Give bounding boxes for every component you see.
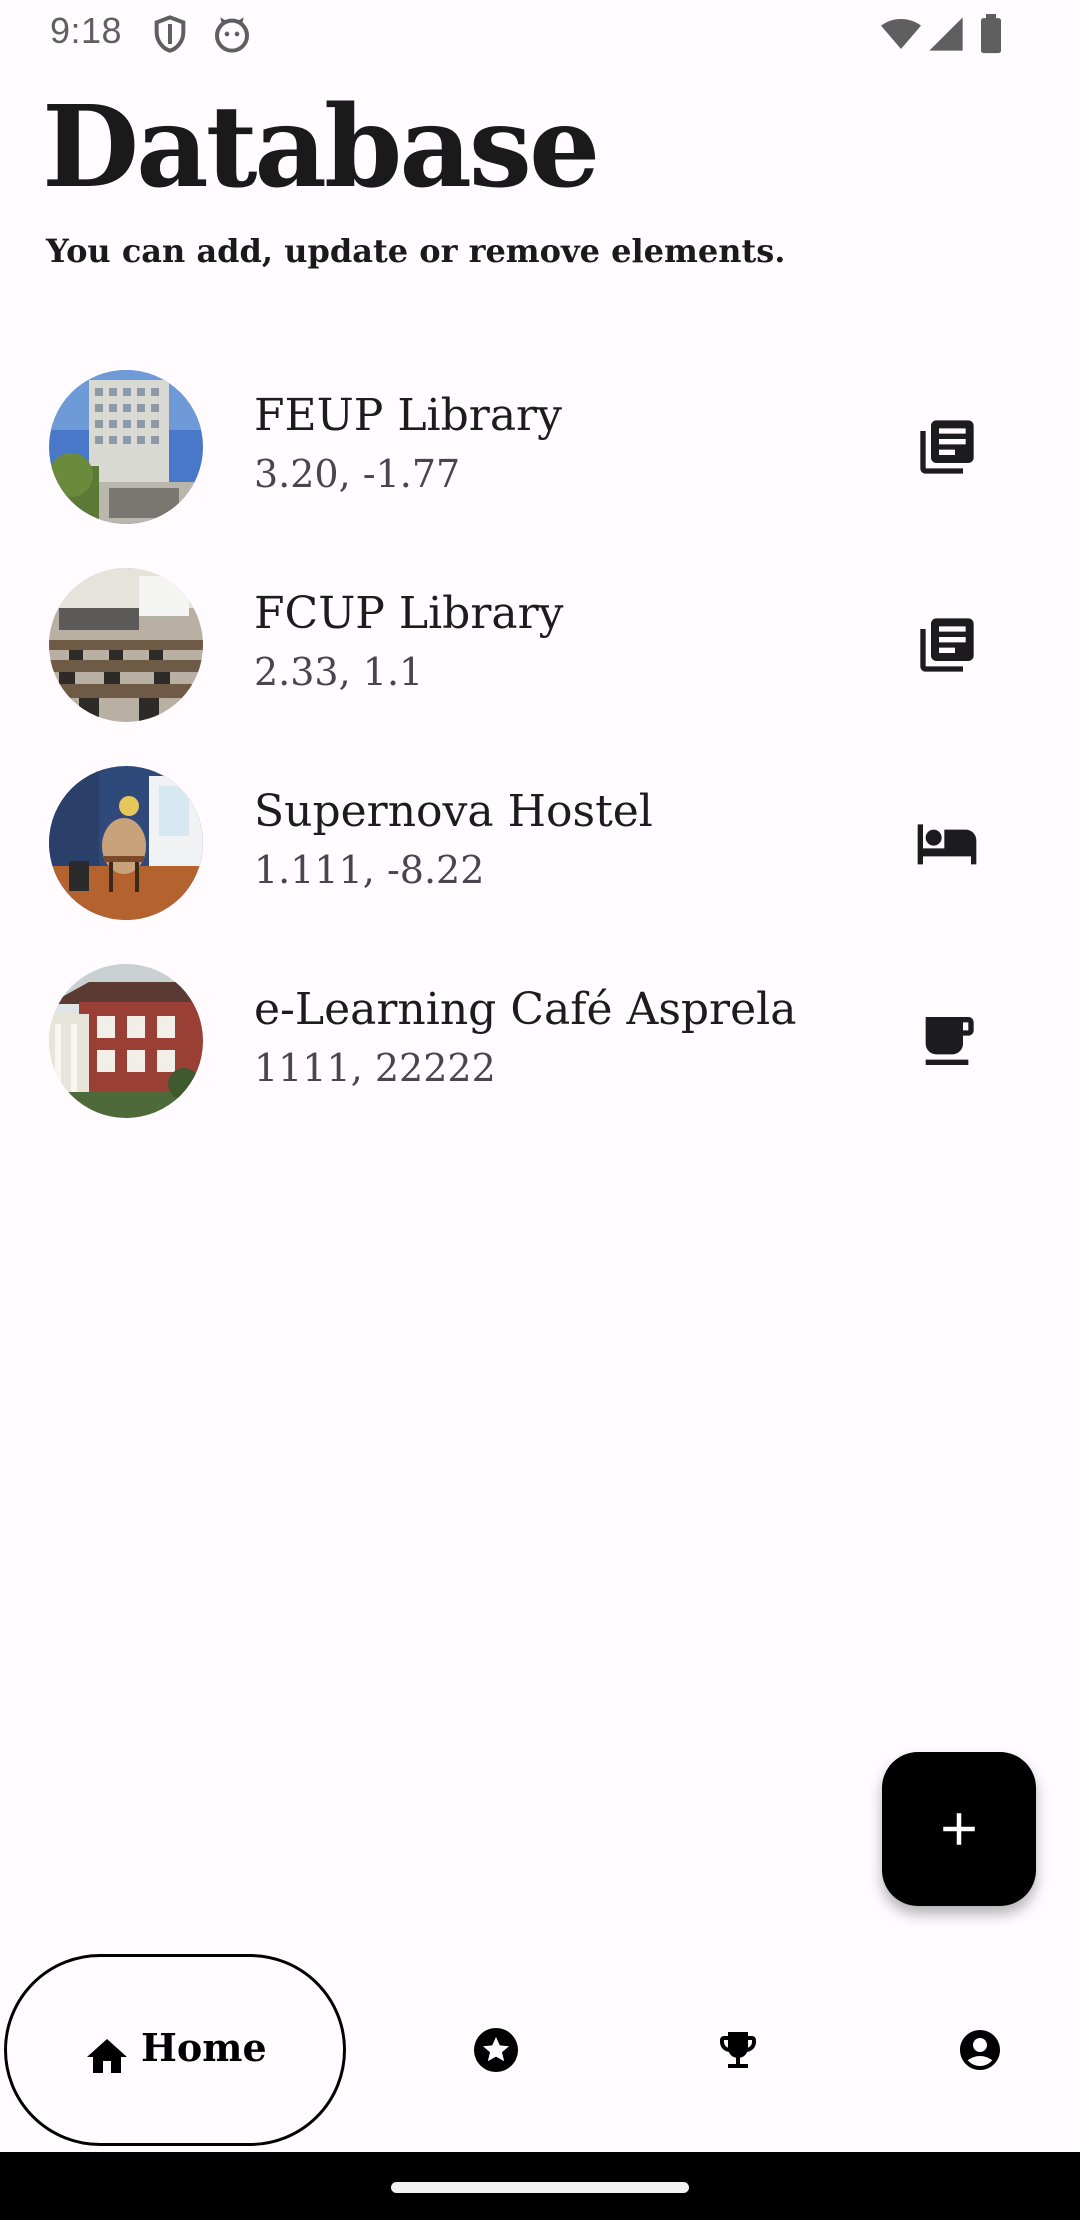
item-coordinates: 2.33, 1.1 (254, 650, 424, 694)
status-bar: 9:18 (0, 0, 1080, 66)
item-coordinates: 3.20, -1.77 (254, 452, 461, 496)
bed-icon (915, 811, 979, 875)
item-title: e-Learning Café Asprela (254, 984, 797, 1035)
nav-item-favorites[interactable] (396, 1954, 596, 2146)
list-item[interactable]: FCUP Library 2.33, 1.1 (0, 546, 1080, 744)
nav-item-leaderboard[interactable] (638, 1954, 838, 2146)
library-books-icon (915, 415, 979, 479)
place-photo-avatar (49, 766, 203, 920)
status-time: 9:18 (50, 10, 123, 51)
item-coordinates: 1.111, -8.22 (254, 848, 485, 892)
library-books-icon (915, 613, 979, 677)
list-item[interactable]: Supernova Hostel 1.111, -8.22 (0, 744, 1080, 942)
item-title: FCUP Library (254, 588, 564, 639)
nav-item-profile[interactable] (880, 1954, 1080, 2146)
item-coordinates: 1111, 22222 (254, 1046, 496, 1090)
list-item[interactable]: e-Learning Café Asprela 1111, 22222 (0, 942, 1080, 1140)
item-title: Supernova Hostel (254, 786, 653, 837)
list-item[interactable]: FEUP Library 3.20, -1.77 (0, 348, 1080, 546)
coffee-cup-icon (915, 1009, 979, 1073)
wifi-icon (880, 14, 921, 54)
place-photo-avatar (49, 568, 203, 722)
signal-icon (926, 14, 966, 54)
page-subtitle: You can add, update or remove elements. (46, 232, 786, 270)
shield-icon (150, 14, 190, 54)
cat-notification-icon (212, 14, 252, 54)
place-photo-avatar (49, 370, 203, 524)
nav-home-label: Home (141, 2025, 267, 2070)
page-title: Database (42, 82, 600, 213)
places-list: FEUP Library 3.20, -1.77 FCUP Library 2.… (0, 348, 1080, 1140)
place-photo-avatar (49, 964, 203, 1118)
system-gesture-bar (0, 2152, 1080, 2220)
battery-icon (978, 14, 1018, 54)
bottom-navigation: Home (0, 1946, 1080, 2152)
home-icon (83, 2033, 131, 2077)
home-gesture-handle[interactable] (391, 2182, 689, 2193)
add-element-button[interactable] (882, 1752, 1036, 1906)
item-title: FEUP Library (254, 390, 562, 441)
nav-item-home[interactable]: Home (4, 1954, 346, 2146)
